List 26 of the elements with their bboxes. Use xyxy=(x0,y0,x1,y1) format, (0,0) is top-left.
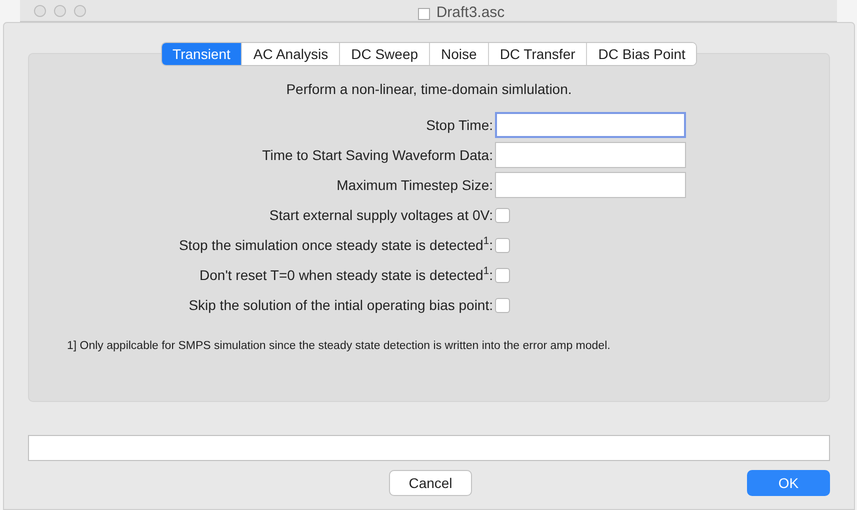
checkbox[interactable] xyxy=(495,298,510,312)
footnote-text: 1] Only appilcable for SMPS simulation since the steady state detection is written into the error amp model. xyxy=(67,339,610,354)
checkbox[interactable] xyxy=(495,238,510,252)
field-label: Stop Time: xyxy=(425,116,494,135)
field-label: Skip the solution of the intial operating bias point: xyxy=(188,296,494,315)
window-title: Draft3.asc xyxy=(436,5,505,21)
tab[interactable]: DC Bias Point xyxy=(586,43,696,65)
tab[interactable]: Transient xyxy=(162,43,242,65)
checkbox[interactable] xyxy=(495,268,510,282)
ok-button[interactable]: OK xyxy=(747,470,830,496)
description-text: Perform a non-linear, time-domain simlulation. xyxy=(286,80,572,99)
input-field[interactable] xyxy=(495,172,686,198)
checkbox[interactable] xyxy=(495,208,510,222)
window-control-icon[interactable] xyxy=(74,4,86,16)
document-icon xyxy=(418,8,430,20)
window-control-icon[interactable] xyxy=(34,4,46,16)
field-label: Maximum Timestep Size: xyxy=(336,176,494,195)
field-label: Stop the simulation once steady state is detected$^{1}$: xyxy=(178,234,494,255)
window-control-icon[interactable] xyxy=(54,4,66,16)
command-field[interactable] xyxy=(28,435,830,461)
field-label: Time to Start Saving Waveform Data: xyxy=(261,146,494,165)
cancel-button[interactable]: Cancel xyxy=(389,470,472,496)
input-field[interactable] xyxy=(495,142,686,168)
field-label: Don't reset T=0 when steady state is detected$^{1}$: xyxy=(198,264,494,285)
input-field[interactable] xyxy=(495,112,686,138)
field-label: Start external supply voltages at 0V: xyxy=(268,206,494,225)
